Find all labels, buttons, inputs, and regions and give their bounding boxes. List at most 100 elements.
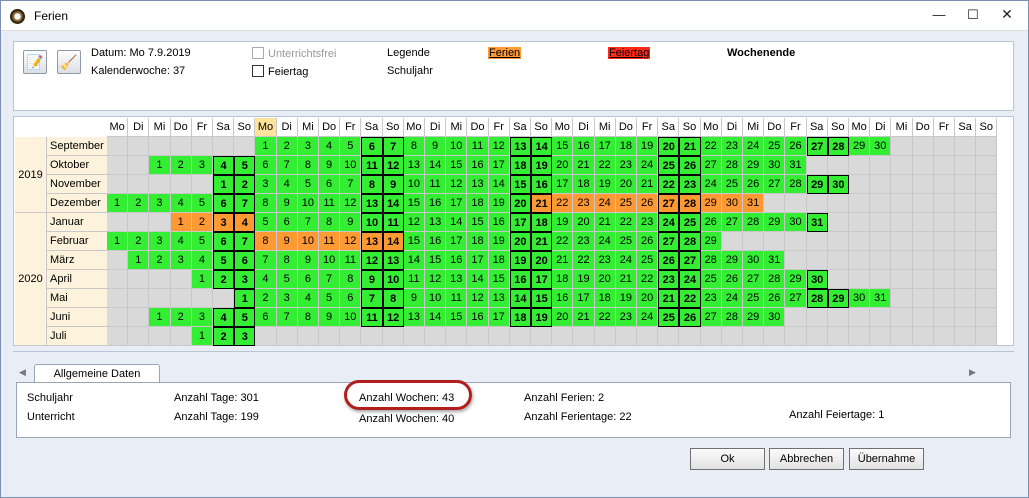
day-cell[interactable]: 22 bbox=[552, 232, 574, 251]
day-cell[interactable]: 19 bbox=[488, 232, 510, 251]
day-cell[interactable]: 21 bbox=[658, 289, 680, 308]
day-cell[interactable]: 26 bbox=[721, 270, 743, 289]
day-cell[interactable]: 28 bbox=[827, 137, 849, 156]
day-cell[interactable]: 14 bbox=[403, 251, 425, 270]
close-button[interactable]: ✕ bbox=[990, 1, 1024, 30]
day-cell[interactable]: 16 bbox=[446, 251, 468, 270]
day-cell[interactable]: 19 bbox=[509, 251, 531, 270]
day-cell[interactable]: 27 bbox=[806, 137, 828, 156]
day-cell[interactable]: 19 bbox=[637, 137, 659, 156]
day-cell[interactable]: 28 bbox=[785, 175, 807, 194]
day-cell[interactable]: 12 bbox=[382, 156, 404, 175]
day-cell[interactable]: 29 bbox=[743, 308, 765, 327]
legend-feiertag[interactable]: Feiertag bbox=[608, 47, 651, 59]
day-cell[interactable]: 10 bbox=[361, 213, 383, 232]
day-cell[interactable]: 5 bbox=[234, 156, 256, 175]
day-cell[interactable]: 18 bbox=[509, 156, 531, 175]
day-cell[interactable]: 24 bbox=[594, 232, 616, 251]
day-cell[interactable]: 21 bbox=[594, 213, 616, 232]
day-cell[interactable]: 17 bbox=[552, 175, 574, 194]
day-cell[interactable]: 2 bbox=[255, 289, 277, 308]
day-cell[interactable]: 26 bbox=[658, 251, 680, 270]
day-cell[interactable]: 23 bbox=[679, 175, 701, 194]
day-cell[interactable]: 26 bbox=[700, 213, 722, 232]
day-cell[interactable]: 22 bbox=[679, 289, 701, 308]
day-cell[interactable]: 19 bbox=[552, 213, 574, 232]
day-cell[interactable]: 23 bbox=[594, 251, 616, 270]
day-cell[interactable]: 19 bbox=[594, 175, 616, 194]
day-cell[interactable]: 2 bbox=[128, 232, 150, 251]
day-cell[interactable]: 22 bbox=[594, 156, 616, 175]
day-cell[interactable]: 25 bbox=[721, 175, 743, 194]
day-cell[interactable]: 3 bbox=[149, 232, 171, 251]
day-cell[interactable]: 24 bbox=[743, 137, 765, 156]
day-cell[interactable]: 22 bbox=[615, 213, 637, 232]
day-cell[interactable]: 13 bbox=[467, 175, 489, 194]
day-cell[interactable]: 15 bbox=[531, 289, 553, 308]
day-cell[interactable]: 6 bbox=[213, 194, 235, 213]
day-cell[interactable]: 8 bbox=[340, 270, 362, 289]
day-cell[interactable]: 14 bbox=[531, 137, 553, 156]
day-cell[interactable]: 3 bbox=[213, 213, 235, 232]
day-cell[interactable]: 23 bbox=[658, 270, 680, 289]
day-cell[interactable]: 5 bbox=[191, 194, 213, 213]
day-cell[interactable]: 5 bbox=[340, 137, 362, 156]
day-cell[interactable]: 3 bbox=[255, 175, 277, 194]
day-cell[interactable]: 10 bbox=[319, 251, 341, 270]
day-cell[interactable]: 21 bbox=[552, 251, 574, 270]
day-cell[interactable]: 29 bbox=[785, 270, 807, 289]
day-cell[interactable]: 6 bbox=[361, 137, 383, 156]
day-cell[interactable]: 20 bbox=[615, 175, 637, 194]
day-cell[interactable]: 17 bbox=[488, 308, 510, 327]
day-cell[interactable]: 27 bbox=[658, 194, 680, 213]
day-cell[interactable]: 11 bbox=[467, 137, 489, 156]
day-cell[interactable]: 10 bbox=[403, 175, 425, 194]
day-cell[interactable]: 16 bbox=[509, 270, 531, 289]
day-cell[interactable]: 10 bbox=[340, 308, 362, 327]
day-cell[interactable]: 25 bbox=[637, 251, 659, 270]
day-cell[interactable]: 11 bbox=[361, 156, 383, 175]
day-cell[interactable]: 5 bbox=[319, 289, 341, 308]
day-cell[interactable]: 22 bbox=[552, 194, 574, 213]
day-cell[interactable]: 26 bbox=[679, 308, 701, 327]
day-cell[interactable]: 25 bbox=[615, 194, 637, 213]
day-cell[interactable]: 16 bbox=[425, 194, 447, 213]
day-cell[interactable]: 1 bbox=[107, 232, 129, 251]
day-cell[interactable]: 4 bbox=[297, 289, 319, 308]
day-cell[interactable]: 18 bbox=[552, 270, 574, 289]
day-cell[interactable]: 8 bbox=[297, 156, 319, 175]
day-cell[interactable]: 2 bbox=[234, 175, 256, 194]
day-cell[interactable]: 15 bbox=[446, 308, 468, 327]
day-cell[interactable]: 7 bbox=[297, 213, 319, 232]
edit-notes-button[interactable]: 📝 bbox=[23, 50, 47, 74]
day-cell[interactable]: 29 bbox=[806, 175, 828, 194]
day-cell[interactable]: 30 bbox=[806, 270, 828, 289]
day-cell[interactable]: 29 bbox=[764, 213, 786, 232]
day-cell[interactable]: 1 bbox=[149, 308, 171, 327]
day-cell[interactable]: 21 bbox=[573, 308, 595, 327]
day-cell[interactable]: 26 bbox=[764, 289, 786, 308]
day-cell[interactable]: 8 bbox=[297, 308, 319, 327]
day-cell[interactable]: 23 bbox=[700, 289, 722, 308]
day-cell[interactable]: 14 bbox=[509, 289, 531, 308]
day-cell[interactable]: 27 bbox=[700, 156, 722, 175]
day-cell[interactable]: 7 bbox=[255, 251, 277, 270]
day-cell[interactable]: 14 bbox=[467, 270, 489, 289]
day-cell[interactable]: 12 bbox=[361, 251, 383, 270]
day-cell[interactable]: 4 bbox=[319, 137, 341, 156]
day-cell[interactable]: 19 bbox=[531, 156, 553, 175]
day-cell[interactable]: 3 bbox=[234, 270, 256, 289]
day-cell[interactable]: 2 bbox=[276, 137, 298, 156]
day-cell[interactable]: 10 bbox=[446, 137, 468, 156]
day-cell[interactable]: 29 bbox=[743, 156, 765, 175]
day-cell[interactable]: 27 bbox=[743, 270, 765, 289]
day-cell[interactable]: 17 bbox=[594, 137, 616, 156]
day-cell[interactable]: 30 bbox=[721, 194, 743, 213]
day-cell[interactable]: 11 bbox=[340, 251, 362, 270]
day-cell[interactable]: 7 bbox=[382, 137, 404, 156]
day-cell[interactable]: 17 bbox=[467, 251, 489, 270]
day-cell[interactable]: 20 bbox=[509, 194, 531, 213]
day-cell[interactable]: 12 bbox=[403, 213, 425, 232]
day-cell[interactable]: 10 bbox=[297, 232, 319, 251]
day-cell[interactable]: 18 bbox=[488, 251, 510, 270]
